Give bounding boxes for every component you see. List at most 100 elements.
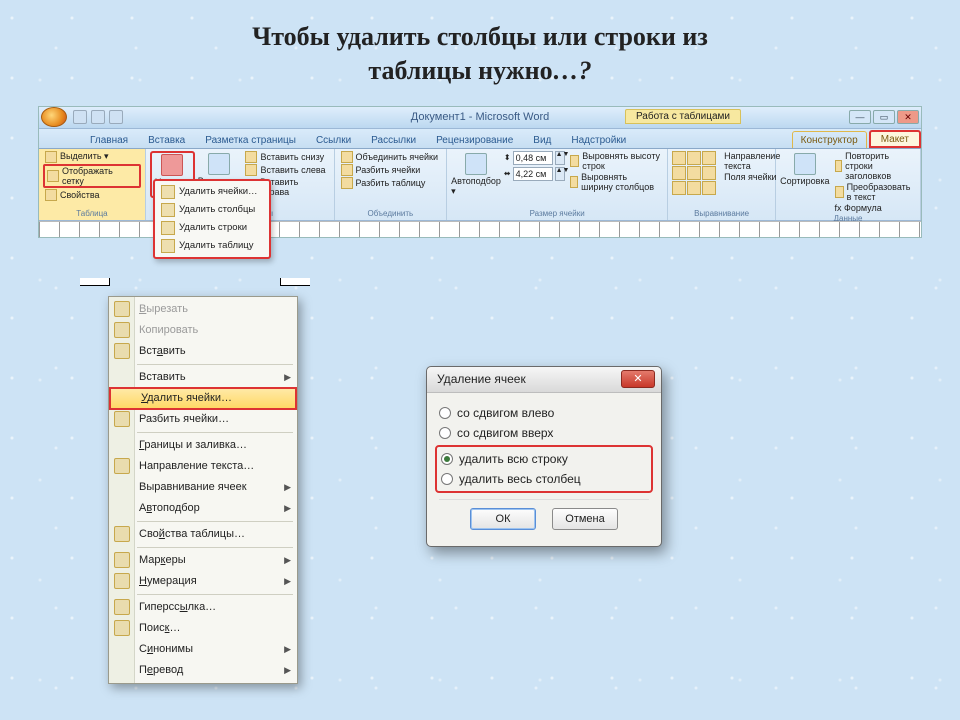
delete-table-menuitem[interactable]: Удалить таблицу [155,237,269,255]
convert-text-button[interactable]: Преобразовать в текст [833,182,916,202]
split-table-button[interactable]: Разбить таблицу [339,177,428,189]
qat-redo-icon[interactable] [109,110,123,124]
delete-rows-icon [161,221,175,235]
ctx-autofit[interactable]: Автоподбор▶ [109,498,297,519]
ctx-hyperlink[interactable]: Гиперссылка… [109,597,297,618]
ctx-separator [137,432,293,433]
ctx-numbering[interactable]: Нумерация▶ [109,571,297,592]
delete-cells-menuitem[interactable]: Удалить ячейки… [155,183,269,201]
ctx-borders-shading[interactable]: Границы и заливка… [109,435,297,456]
col-width-input[interactable]: ⬌4,22 см▲▼ [504,167,565,181]
delete-columns-menuitem[interactable]: Удалить столбцы [155,201,269,219]
ctx-insert[interactable]: Вставить▶ [109,367,297,388]
document-title: Документ1 - Microsoft Word [411,111,549,123]
text-direction-button[interactable]: Направление текста [722,151,782,171]
table-properties-button[interactable]: Свойства [43,189,102,201]
split-cells-icon [114,411,130,427]
tab-review[interactable]: Рецензирование [427,131,522,148]
alignment-grid[interactable] [672,151,716,195]
tab-view[interactable]: Вид [524,131,560,148]
ctx-synonyms[interactable]: Синонимы▶ [109,639,297,660]
ctx-paste[interactable]: Вставить [109,341,297,362]
slide-title-tail: …? [553,56,592,85]
properties-icon [45,189,57,201]
ctx-translate[interactable]: Перевод▶ [109,660,297,681]
align-mr-icon[interactable] [702,166,716,180]
repeat-header-button[interactable]: Повторить строки заголовков [833,151,916,181]
ctx-lookup[interactable]: Поиск… [109,618,297,639]
merge-cells-button[interactable]: Объединить ячейки [339,151,440,163]
split-icon [341,164,353,176]
formula-button[interactable]: fx Формула [833,203,916,213]
window-buttons: — ▭ ✕ [849,110,919,124]
align-br-icon[interactable] [702,181,716,195]
radio-delete-col[interactable]: удалить весь столбец [441,469,647,489]
sort-button[interactable]: Сортировка [780,151,829,186]
align-bc-icon[interactable] [687,181,701,195]
chevron-right-icon: ▶ [284,503,291,514]
radio-shift-up[interactable]: со сдвигом вверх [439,423,649,443]
tab-table-layout[interactable]: Макет [869,130,921,148]
group-label-align: Выравнивание [672,208,771,218]
dialog-buttons: ОК Отмена [439,499,649,540]
align-ml-icon[interactable] [672,166,686,180]
ok-button[interactable]: ОК [470,508,536,530]
autofit-button[interactable]: Автоподбор ▾ [451,151,501,197]
select-button[interactable]: Выделить ▾ [43,151,111,163]
grid-icon [47,170,59,182]
ctx-bullets[interactable]: Маркеры▶ [109,550,297,571]
dialog-titlebar[interactable]: Удаление ячеек ✕ [427,367,661,393]
show-gridlines-button[interactable]: Отображать сетку [43,164,141,188]
align-tl-icon[interactable] [672,151,686,165]
sort-az-icon [794,153,816,175]
convert-text-icon [835,186,844,198]
ctx-text-direction[interactable]: Направление текста… [109,456,297,477]
split-cells-button[interactable]: Разбить ячейки [339,164,423,176]
tab-addins[interactable]: Надстройки [562,131,635,148]
insert-left-button[interactable]: Вставить слева [243,164,329,176]
tab-pagelayout[interactable]: Разметка страницы [196,131,305,148]
insert-below-button[interactable]: Вставить снизу [243,151,329,163]
group-merge: Объединить ячейки Разбить ячейки Разбить… [335,149,448,220]
ctx-table-properties[interactable]: Свойства таблицы… [109,524,297,545]
tab-mailings[interactable]: Рассылки [362,131,425,148]
radio-icon [441,473,453,485]
chevron-right-icon: ▶ [284,372,291,383]
col-width-icon: ⬌ [504,169,511,178]
tab-insert[interactable]: Вставка [139,131,194,148]
cell-margins-button[interactable]: Поля ячейки [722,172,782,182]
delete-x-icon [161,154,183,176]
ctx-split-cells[interactable]: Разбить ячейки… [109,409,297,430]
word-ribbon-screenshot: Документ1 - Microsoft Word Работа с табл… [38,106,922,238]
dialog-close-button[interactable]: ✕ [621,370,655,388]
cancel-button[interactable]: Отмена [552,508,618,530]
bullets-icon [114,552,130,568]
close-button[interactable]: ✕ [897,110,919,124]
merge-icon [341,151,353,163]
ctx-cut[interactable]: Вырезать [109,299,297,320]
row-height-input[interactable]: ⬍0,48 см▲▼ [504,151,565,165]
dialog-title: Удаление ячеек [437,372,526,386]
delete-rows-menuitem[interactable]: Удалить строки [155,219,269,237]
qat-undo-icon[interactable] [91,110,105,124]
delete-columns-icon [161,203,175,217]
tab-table-design[interactable]: Конструктор [792,131,867,148]
distribute-cols-button[interactable]: Выровнять ширину столбцов [568,172,664,192]
align-bl-icon[interactable] [672,181,686,195]
align-mc-icon[interactable] [687,166,701,180]
align-tr-icon[interactable] [702,151,716,165]
radio-selected-icon [441,453,453,465]
tab-references[interactable]: Ссылки [307,131,360,148]
maximize-button[interactable]: ▭ [873,110,895,124]
radio-shift-left[interactable]: со сдвигом влево [439,403,649,423]
ctx-cell-alignment[interactable]: Выравнивание ячеек▶ [109,477,297,498]
distribute-rows-button[interactable]: Выровнять высоту строк [568,151,664,171]
ctx-delete-cells[interactable]: Удалить ячейки… [109,387,297,410]
office-button[interactable] [41,107,67,127]
radio-delete-row[interactable]: удалить всю строку [441,449,647,469]
ctx-copy[interactable]: Копировать [109,320,297,341]
qat-save-icon[interactable] [73,110,87,124]
minimize-button[interactable]: — [849,110,871,124]
tab-home[interactable]: Главная [81,131,137,148]
align-tc-icon[interactable] [687,151,701,165]
